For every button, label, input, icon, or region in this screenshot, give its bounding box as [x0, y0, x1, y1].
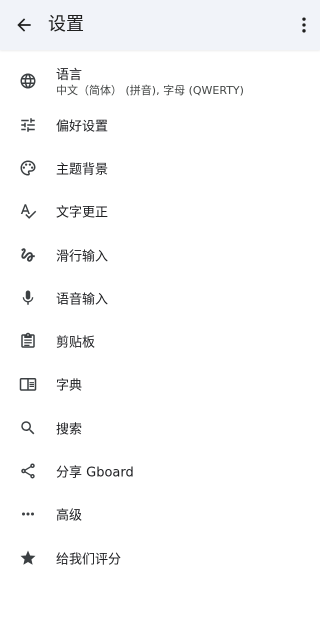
more-options-button[interactable]: [292, 9, 316, 41]
app-bar: 设置: [0, 0, 320, 50]
palette-icon: [18, 158, 38, 178]
settings-item-share[interactable]: 分享 Gboard: [0, 449, 320, 492]
settings-item-label: 给我们评分: [56, 552, 122, 568]
settings-item-label: 高级: [56, 508, 83, 524]
book-icon: [18, 374, 38, 394]
settings-item-label: 搜索: [56, 422, 83, 438]
share-icon: [18, 461, 38, 481]
tune-icon: [18, 115, 38, 135]
settings-item-glide-typing[interactable]: 滑行输入: [0, 233, 320, 276]
clipboard-icon: [18, 331, 38, 351]
more-horiz-icon: [18, 504, 38, 524]
settings-item-label: 偏好设置: [56, 119, 109, 135]
settings-item-clipboard[interactable]: 剪贴板: [0, 319, 320, 362]
back-button[interactable]: [8, 9, 40, 41]
settings-item-label: 文字更正: [56, 205, 109, 221]
settings-item-label: 语言: [56, 68, 83, 83]
settings-item-label: 分享 Gboard: [56, 465, 134, 481]
settings-item-sublabel: 中文（简体） (拼音), 字母 (QWERTY): [56, 84, 244, 97]
arrow-back-icon: [14, 15, 34, 35]
more-vert-icon: [294, 15, 314, 35]
settings-item-preferences[interactable]: 偏好设置: [0, 103, 320, 146]
gesture-icon: [18, 245, 38, 265]
settings-item-label: 语音输入: [56, 292, 109, 308]
settings-item-text-correction[interactable]: 文字更正: [0, 190, 320, 233]
spellcheck-icon: [18, 201, 38, 221]
star-icon: [18, 548, 38, 568]
settings-item-label: 剪贴板: [56, 335, 96, 351]
settings-item-rate-us[interactable]: 给我们评分: [0, 536, 320, 579]
settings-item-dictionary[interactable]: 字典: [0, 363, 320, 406]
settings-item-label: 滑行输入: [56, 249, 109, 265]
mic-icon: [18, 288, 38, 308]
settings-item-search[interactable]: 搜索: [0, 406, 320, 449]
settings-item-theme[interactable]: 主题背景: [0, 146, 320, 189]
search-icon: [18, 418, 38, 438]
settings-item-label: 字典: [56, 378, 83, 394]
settings-item-label: 主题背景: [56, 162, 109, 178]
page-title: 设置: [48, 14, 84, 35]
globe-icon: [18, 71, 38, 91]
settings-list: 语言 中文（简体） (拼音), 字母 (QWERTY) 偏好设置 主题背景 文字…: [0, 58, 320, 579]
settings-item-voice-input[interactable]: 语音输入: [0, 276, 320, 319]
settings-item-advanced[interactable]: 高级: [0, 493, 320, 536]
settings-item-language[interactable]: 语言 中文（简体） (拼音), 字母 (QWERTY): [0, 58, 320, 103]
